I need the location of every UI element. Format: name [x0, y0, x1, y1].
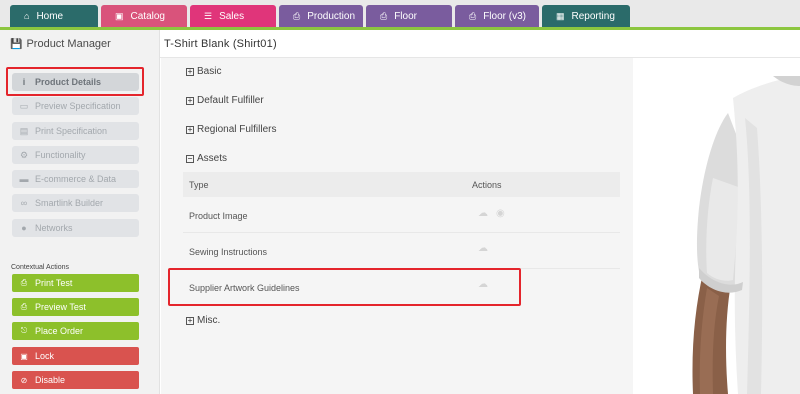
page-title: T-Shirt Blank (Shirt01)	[164, 38, 277, 50]
contextual-actions-label: Contextual Actions	[11, 264, 69, 271]
place-order-button[interactable]: ⎋ Place Order	[12, 322, 139, 340]
table-row-divider	[183, 232, 620, 233]
cart-icon: ⎋	[20, 326, 28, 335]
content-panel	[161, 58, 633, 394]
upload-icon[interactable]: ☁	[478, 243, 488, 254]
printer-icon: ⎙	[20, 302, 28, 311]
tab-catalog[interactable]: ▣ Catalog	[101, 5, 187, 27]
tab-reporting[interactable]: ▦ Reporting	[542, 5, 630, 27]
sidebar-item-functionality[interactable]: ⚙ Functionality	[12, 146, 139, 164]
tab-label: Floor	[394, 10, 417, 22]
sidebar-item-ecommerce[interactable]: ▬ E-commerce & Data	[12, 170, 139, 188]
expand-icon: +	[186, 66, 194, 76]
list-icon: ☰	[204, 10, 213, 21]
section-regional-fulfillers[interactable]: + Regional Fulfillers	[186, 124, 276, 135]
tab-label: Reporting	[571, 10, 615, 22]
lock-icon: ▣	[20, 351, 28, 361]
catalog-icon: ▣	[115, 10, 124, 21]
expand-icon: +	[186, 95, 194, 105]
tab-floor[interactable]: ⎙ Floor	[366, 5, 452, 27]
sidebar-item-networks[interactable]: ● Networks	[12, 219, 139, 237]
section-assets[interactable]: − Assets	[186, 153, 227, 164]
eye-icon[interactable]: ◉	[496, 208, 505, 219]
sidebar-item-smartlink-builder[interactable]: ∞ Smartlink Builder	[12, 194, 139, 212]
save-icon: 💾	[10, 38, 23, 50]
tab-label: Home	[36, 10, 64, 22]
lock-button[interactable]: ▣ Lock	[12, 347, 139, 365]
disable-button[interactable]: ⊘ Disable	[12, 371, 139, 389]
asset-type-cell: Product Image	[189, 211, 248, 221]
printer-icon: ⎙	[380, 10, 388, 21]
printer-icon: ⎙	[469, 10, 477, 21]
tshirt-model-image	[692, 76, 800, 394]
table-icon: ▦	[556, 10, 565, 21]
upload-icon[interactable]: ☁	[478, 208, 488, 219]
section-default-fulfiller[interactable]: + Default Fulfiller	[186, 95, 264, 106]
collapse-icon: −	[186, 153, 194, 163]
printer-icon: ⎙	[20, 278, 28, 287]
monitor-icon: ▭	[19, 100, 29, 111]
tab-home[interactable]: ⌂ Home	[10, 5, 98, 27]
sidebar-title: 💾 Product Manager	[10, 38, 111, 50]
highlight-supplier-artwork	[168, 268, 521, 306]
assets-table-header	[183, 172, 620, 197]
globe-icon: ●	[21, 223, 27, 233]
sidebar-item-preview-specification[interactable]: ▭ Preview Specification	[12, 97, 139, 115]
document-icon: ▤	[19, 125, 29, 136]
column-header-actions: Actions	[472, 180, 502, 190]
home-icon: ⌂	[24, 10, 30, 21]
expand-icon: +	[186, 124, 194, 134]
tab-sales[interactable]: ☰ Sales	[190, 5, 276, 27]
tab-label: Floor (v3)	[483, 10, 526, 22]
print-test-button[interactable]: ⎙ Print Test	[12, 274, 139, 292]
sidebar-item-print-specification[interactable]: ▤ Print Specification	[12, 122, 139, 140]
preview-test-button[interactable]: ⎙ Preview Test	[12, 298, 139, 316]
tab-floor-v3[interactable]: ⎙ Floor (v3)	[455, 5, 539, 27]
tab-label: Sales	[219, 10, 245, 22]
column-header-type: Type	[189, 180, 209, 190]
asset-type-cell: Sewing Instructions	[189, 247, 268, 257]
top-nav: ⌂ Home ▣ Catalog ☰ Sales ⎙ Production ⎙ …	[0, 0, 800, 30]
tab-production[interactable]: ⎙ Production	[279, 5, 363, 27]
highlight-product-details	[6, 67, 144, 96]
card-icon: ▬	[19, 174, 29, 184]
product-image	[633, 58, 800, 394]
printer-icon: ⎙	[293, 10, 301, 21]
ban-icon: ⊘	[20, 375, 28, 385]
gears-icon: ⚙	[19, 149, 29, 160]
section-basic[interactable]: + Basic	[186, 66, 221, 77]
section-misc[interactable]: + Misc.	[186, 315, 220, 326]
expand-icon: +	[186, 315, 194, 325]
tab-label: Catalog	[130, 10, 165, 22]
tab-label: Production	[307, 10, 356, 22]
link-icon: ∞	[20, 198, 28, 208]
